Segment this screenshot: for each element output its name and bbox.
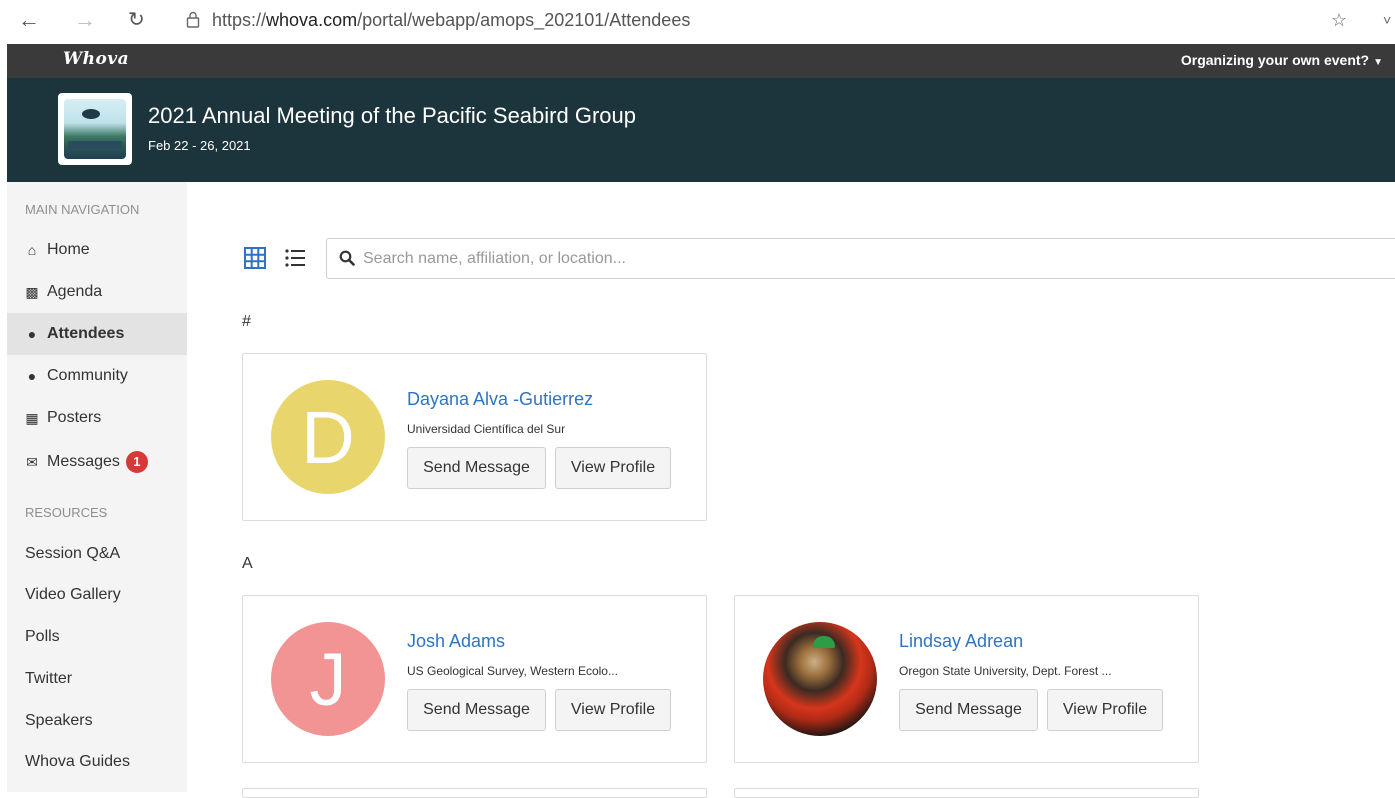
sidebar-item-twitter[interactable]: Twitter: [7, 658, 187, 700]
event-dates: Feb 22 - 26, 2021: [148, 138, 251, 153]
attendee-affiliation: US Geological Survey, Western Ecolo...: [407, 664, 618, 678]
comments-icon: ●: [27, 368, 37, 384]
send-message-button[interactable]: Send Message: [407, 447, 546, 489]
sidebar-item-polls[interactable]: Polls: [7, 616, 187, 658]
whova-logo[interactable]: Whova: [63, 49, 129, 69]
event-header: 2021 Annual Meeting of the Pacific Seabi…: [7, 78, 1395, 182]
group-letter: #: [242, 313, 251, 330]
sidebar-item-home[interactable]: ⌂ Home: [7, 229, 187, 271]
group-letter: A: [242, 555, 253, 572]
avatar[interactable]: J: [271, 622, 385, 736]
messages-badge: 1: [125, 451, 148, 473]
attendee-card: [734, 788, 1199, 798]
sidebar-item-posters[interactable]: ▦ Posters: [7, 397, 187, 439]
organize-event-dropdown[interactable]: Organizing your own event? ▼: [1181, 52, 1383, 68]
browser-toolbar: ← → ↻ https://whova.com/portal/webapp/am…: [0, 0, 1395, 44]
sidebar-item-messages[interactable]: ✉ Messages 1: [7, 441, 187, 483]
attendee-name[interactable]: Josh Adams: [407, 631, 505, 652]
sidebar-item-attendees[interactable]: ● Attendees: [7, 313, 187, 355]
favorite-star-icon[interactable]: ☆: [1331, 10, 1347, 31]
sidebar-item-agenda[interactable]: ▩ Agenda: [7, 271, 187, 313]
view-profile-button[interactable]: View Profile: [555, 447, 671, 489]
event-logo: [58, 93, 132, 165]
lock-icon: [186, 11, 200, 28]
sidebar-item-speakers[interactable]: Speakers: [7, 700, 187, 742]
view-profile-button[interactable]: View Profile: [555, 689, 671, 731]
attendee-affiliation: Oregon State University, Dept. Forest ..…: [899, 664, 1112, 678]
view-profile-button[interactable]: View Profile: [1047, 689, 1163, 731]
attendee-card: J Josh Adams US Geological Survey, Weste…: [242, 595, 707, 763]
event-title: 2021 Annual Meeting of the Pacific Seabi…: [148, 103, 636, 128]
resources-heading: RESOURCES: [25, 505, 108, 520]
main-navigation-heading: MAIN NAVIGATION: [25, 202, 140, 217]
back-arrow-icon[interactable]: ←: [18, 8, 40, 32]
building-icon: ▦: [25, 409, 39, 426]
attendee-card: [242, 788, 707, 798]
attendee-affiliation: Universidad Científica del Sur: [407, 422, 566, 436]
send-message-button[interactable]: Send Message: [899, 689, 1038, 731]
top-bar: Whova Organizing your own event? ▼: [7, 44, 1395, 78]
calendar-icon: ▩: [25, 283, 39, 300]
reload-icon[interactable]: ↻: [128, 8, 145, 32]
grid-view-icon[interactable]: [244, 247, 266, 269]
envelope-icon: ✉: [26, 453, 38, 470]
avatar-photo[interactable]: [763, 622, 877, 736]
send-message-button[interactable]: Send Message: [407, 689, 546, 731]
attendee-card: D Dayana Alva -Gutierrez Universidad Cie…: [242, 353, 707, 521]
list-view-icon[interactable]: [284, 247, 306, 269]
search-icon: [339, 250, 355, 266]
users-icon: ●: [27, 326, 37, 342]
search-input[interactable]: [363, 239, 1363, 278]
chevron-down-icon[interactable]: ˅: [1383, 12, 1391, 28]
sidebar: MAIN NAVIGATION ⌂ Home ▩ Agenda ● Attend…: [7, 182, 187, 792]
attendee-card: Lindsay Adrean Oregon State University, …: [734, 595, 1199, 763]
sidebar-item-whova-guides[interactable]: Whova Guides: [7, 741, 187, 783]
address-bar[interactable]: https://whova.com/portal/webapp/amops_20…: [212, 10, 690, 31]
home-icon: ⌂: [27, 242, 37, 258]
sidebar-item-community[interactable]: ● Community: [7, 355, 187, 397]
caret-down-icon: ▼: [1373, 57, 1383, 68]
search-box: [326, 238, 1395, 279]
sidebar-item-video-gallery[interactable]: Video Gallery: [7, 574, 187, 616]
attendee-name[interactable]: Dayana Alva -Gutierrez: [407, 389, 593, 410]
avatar[interactable]: D: [271, 380, 385, 494]
forward-arrow-icon[interactable]: →: [74, 8, 96, 32]
sidebar-item-session-qa[interactable]: Session Q&A: [7, 533, 187, 575]
attendee-name[interactable]: Lindsay Adrean: [899, 631, 1023, 652]
